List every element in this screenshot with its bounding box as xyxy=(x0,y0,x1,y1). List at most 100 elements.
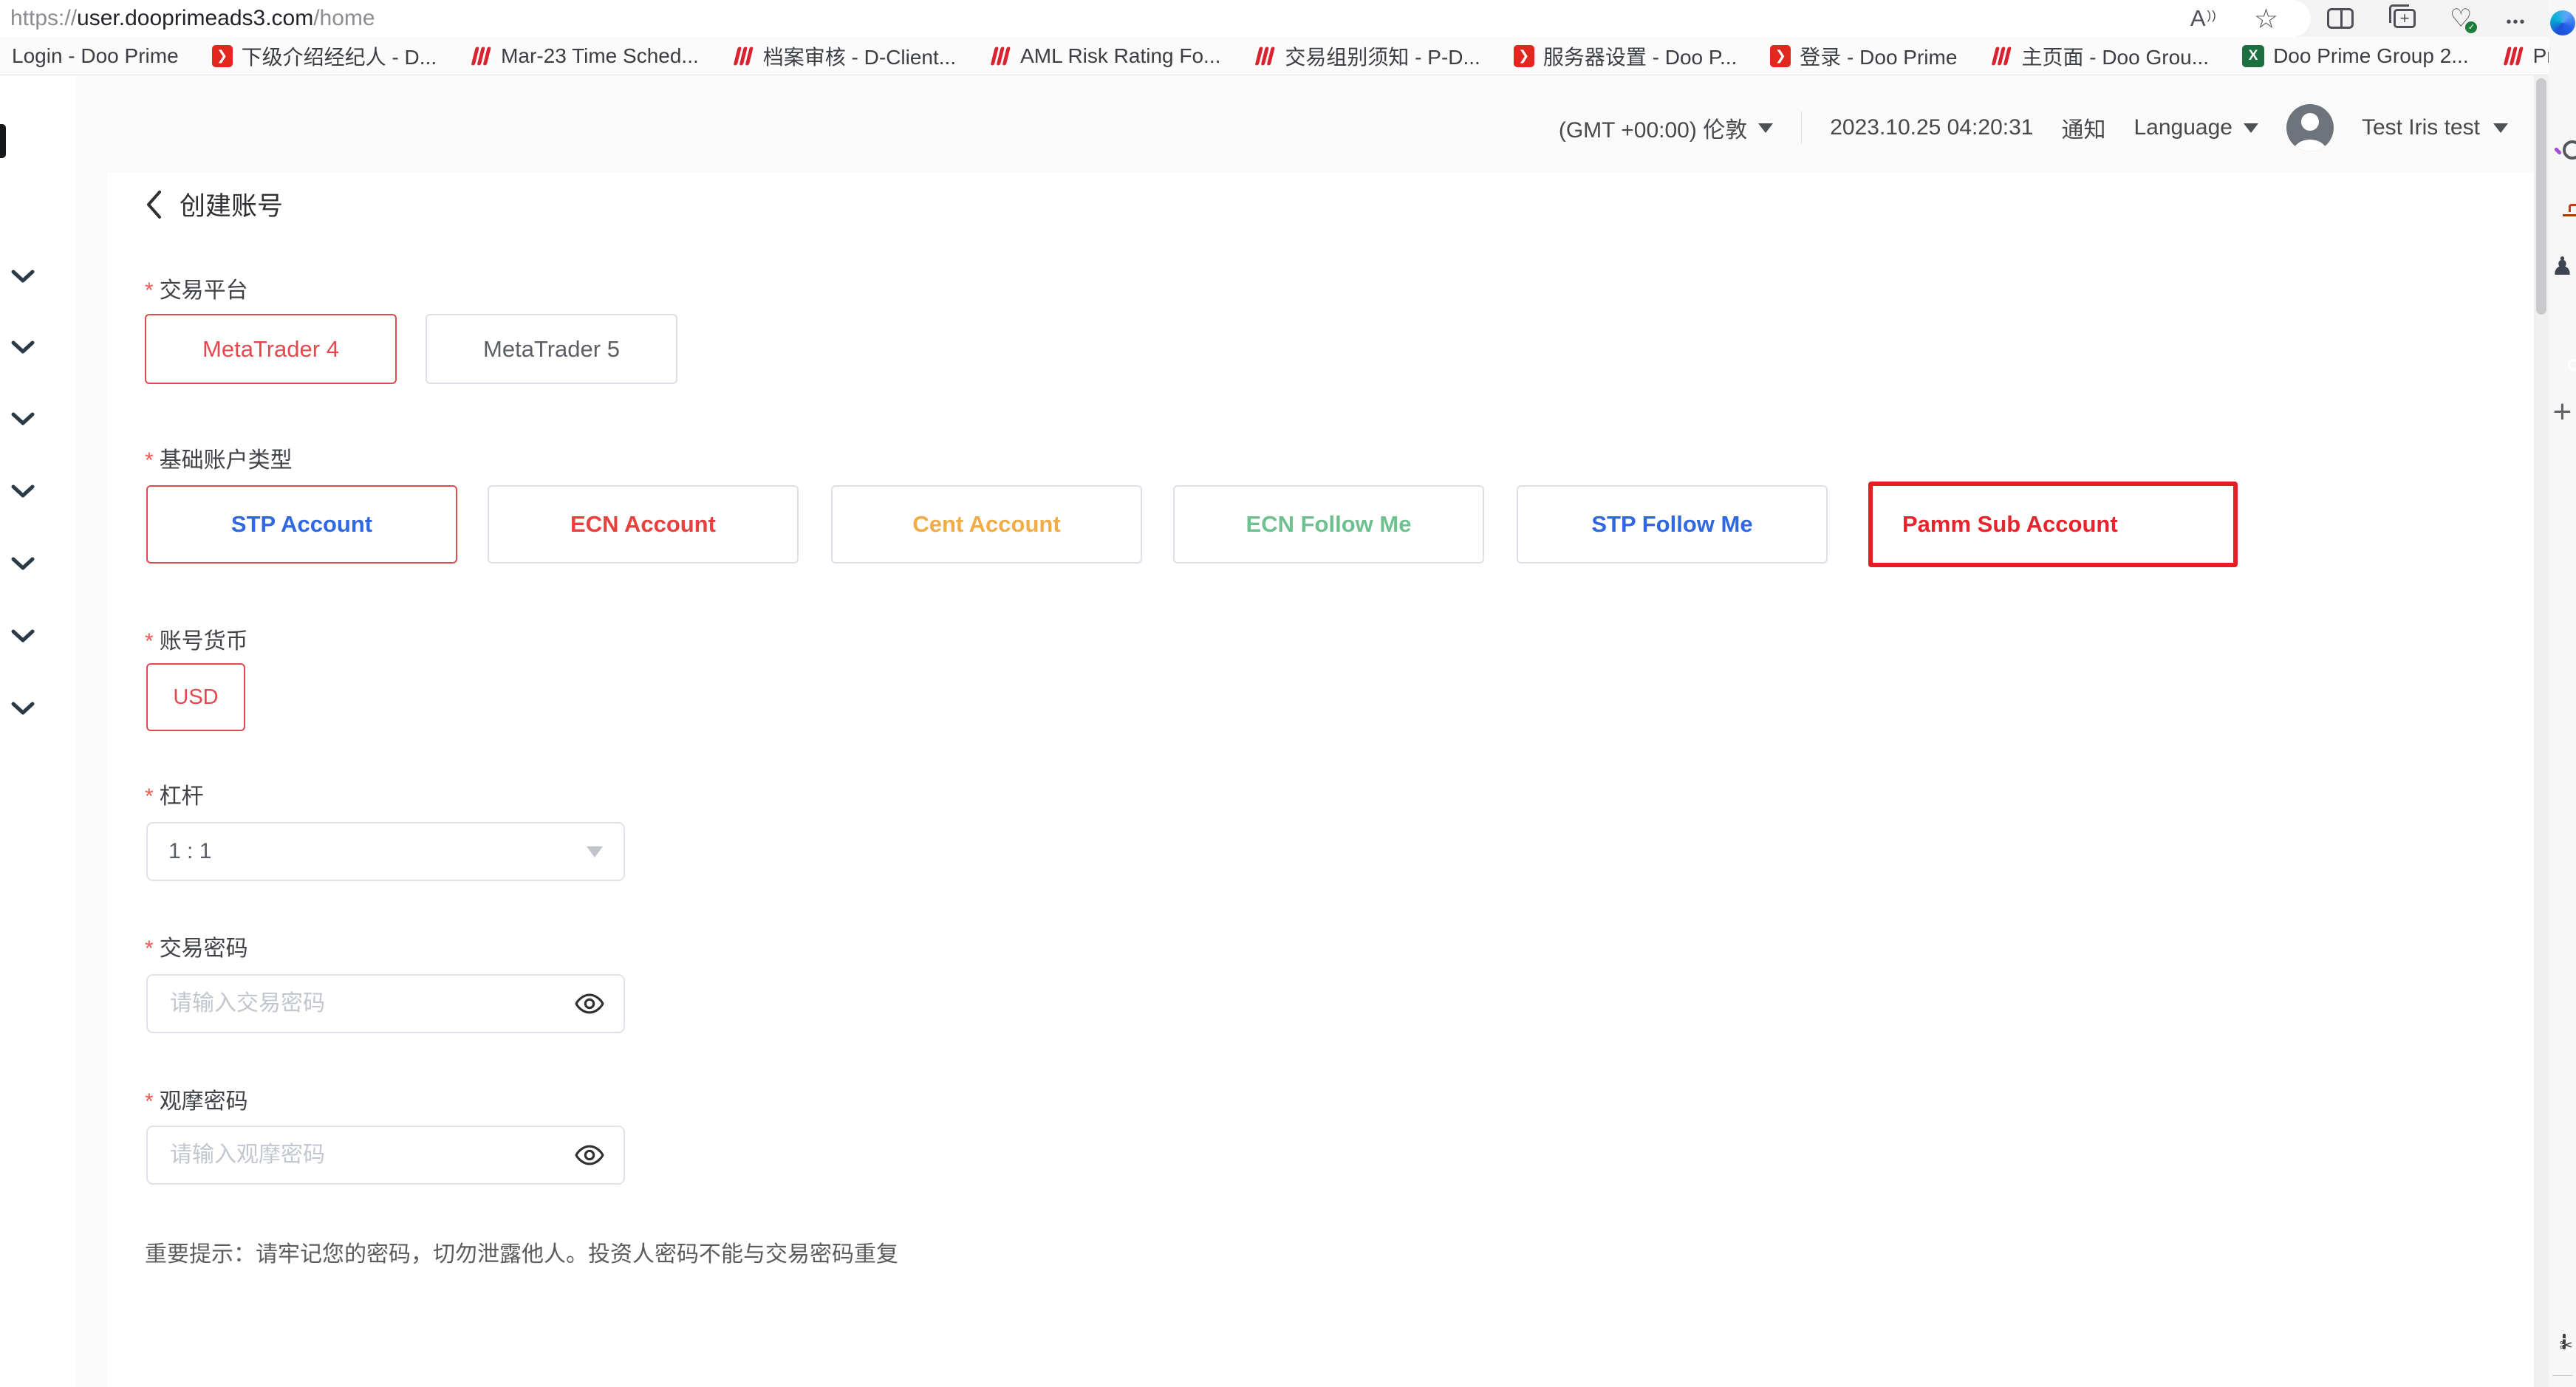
page-header: (GMT +00:00) 伦敦 2023.10.25 04:20:31 通知 L… xyxy=(1559,98,2508,157)
screenshot-snip-icon[interactable] xyxy=(2563,1334,2566,1349)
doc-favicon-icon xyxy=(212,45,233,67)
platform-option-mt5[interactable]: MetaTrader 5 xyxy=(426,314,677,384)
chevron-left-icon xyxy=(144,188,163,221)
lark-favicon-icon xyxy=(1254,45,1276,67)
bookmark-label: 登录 - Doo Prime xyxy=(1800,41,1957,71)
games-pawn-icon[interactable] xyxy=(2551,254,2573,279)
sidebar-collapse-chevron-icon[interactable] xyxy=(10,629,35,645)
leverage-label: *杠杆 xyxy=(145,778,204,810)
language-dropdown[interactable]: Language xyxy=(2133,115,2258,140)
page-title-row: 创建账号 xyxy=(144,185,283,223)
watch-password-field xyxy=(146,1126,625,1185)
required-asterisk: * xyxy=(145,1089,154,1114)
sidebar-divider xyxy=(2552,1375,2572,1376)
language-label: Language xyxy=(2133,115,2232,140)
bookmark-label: 主页面 - Doo Grou... xyxy=(2021,41,2209,71)
account-type-ecn[interactable]: ECN Account xyxy=(488,485,799,564)
select-caret-icon xyxy=(587,846,603,857)
timezone-label: (GMT +00:00) 伦敦 xyxy=(1559,112,1747,144)
browser-toolbar: https://user.dooprimeads3.com/home ✓ xyxy=(0,0,2549,37)
clipped-logo-mark xyxy=(0,124,6,158)
currency-option-usd[interactable]: USD xyxy=(146,663,245,731)
watch-password-label: *观摩密码 xyxy=(145,1083,248,1115)
bookmark-item[interactable]: 登录 - Doo Prime xyxy=(1770,41,1957,71)
bookmark-item[interactable]: Mar-23 Time Sched... xyxy=(470,44,699,68)
account-type-pamm-sub[interactable]: Pamm Sub Account xyxy=(1868,482,2238,567)
username-text: Test Iris test xyxy=(2362,115,2480,140)
page-title: 创建账号 xyxy=(180,185,283,223)
account-type-ecn-follow-me[interactable]: ECN Follow Me xyxy=(1173,485,1484,564)
bookmark-label: 服务器设置 - Doo P... xyxy=(1543,41,1737,71)
required-asterisk: * xyxy=(145,629,154,654)
eye-toggle-icon[interactable] xyxy=(573,987,606,1020)
add-sidebar-item-icon[interactable] xyxy=(2553,401,2572,424)
notifications-link[interactable]: 通知 xyxy=(2061,112,2105,144)
bookmark-item[interactable]: Doo Prime Group 2... xyxy=(2242,44,2469,68)
url-host: user.dooprimeads3.com xyxy=(77,6,313,31)
collapsed-left-sidebar xyxy=(0,75,76,1387)
password-notice-text: 重要提示：请牢记您的密码，切勿泄露他人。投资人密码不能与交易密码重复 xyxy=(145,1236,898,1268)
sidebar-collapse-chevron-icon[interactable] xyxy=(10,484,35,500)
settings-more-icon[interactable] xyxy=(2506,13,2526,25)
trade-password-input[interactable] xyxy=(168,990,573,1017)
account-type-stp-follow-me[interactable]: STP Follow Me xyxy=(1517,485,1828,564)
bookmark-item[interactable]: 下级介绍经纪人 - D... xyxy=(212,41,437,71)
bookmark-item[interactable]: 主页面 - Doo Grou... xyxy=(1990,41,2209,71)
bookmark-label: Login - Doo Prime xyxy=(12,44,179,68)
lark-favicon-icon xyxy=(1990,45,2012,67)
bookmark-item[interactable]: 档案审核 - D-Client... xyxy=(732,41,956,71)
bookmark-item[interactable]: Login - Doo Prime xyxy=(12,44,179,68)
datetime-text: 2023.10.25 04:20:31 xyxy=(1830,115,2033,140)
excel-favicon-icon xyxy=(2242,45,2264,67)
platform-option-mt4[interactable]: MetaTrader 4 xyxy=(145,314,397,384)
leverage-value: 1 : 1 xyxy=(168,839,211,864)
leverage-select[interactable]: 1 : 1 xyxy=(146,822,625,881)
url-path: /home xyxy=(313,6,375,31)
bookmark-item[interactable]: 服务器设置 - Doo P... xyxy=(1514,41,1737,71)
trade-password-field xyxy=(146,974,625,1033)
sidebar-collapse-chevron-icon[interactable] xyxy=(10,411,35,428)
currency-label: *账号货币 xyxy=(145,623,248,655)
sidebar-collapse-chevron-icon[interactable] xyxy=(10,701,35,717)
url-scheme: https:// xyxy=(10,6,77,31)
bookmark-label: 交易组别须知 - P-D... xyxy=(1285,41,1480,71)
sidebar-collapse-chevron-icon[interactable] xyxy=(10,269,35,285)
sidebar-collapse-chevron-icon[interactable] xyxy=(10,556,35,572)
split-screen-icon[interactable] xyxy=(2327,8,2354,29)
lark-favicon-icon xyxy=(989,45,1011,67)
trading-platform-label: *交易平台 xyxy=(145,272,248,304)
copilot-icon[interactable] xyxy=(2550,10,2575,35)
bookmark-item[interactable]: 交易组别须知 - P-D... xyxy=(1254,41,1480,71)
avatar[interactable] xyxy=(2286,104,2334,151)
bookmark-label: Mar-23 Time Sched... xyxy=(501,44,699,68)
chevron-down-icon xyxy=(2244,123,2258,133)
bookmark-item[interactable]: AML Risk Rating Fo... xyxy=(989,44,1220,68)
header-divider xyxy=(1801,112,1802,144)
browser-essentials-icon[interactable]: ✓ xyxy=(2450,6,2472,31)
bookmark-label: Doo Prime Group 2... xyxy=(2273,44,2469,68)
scrollbar-thumb[interactable] xyxy=(2536,78,2546,315)
account-type-stp[interactable]: STP Account xyxy=(146,485,457,564)
collections-icon[interactable] xyxy=(2394,9,2416,28)
watch-password-input[interactable] xyxy=(168,1142,573,1168)
lark-favicon-icon xyxy=(2502,45,2524,67)
back-button[interactable] xyxy=(144,188,163,221)
required-asterisk: * xyxy=(145,936,154,961)
chevron-down-icon xyxy=(1758,123,1773,133)
read-aloud-icon[interactable] xyxy=(2190,5,2215,32)
eye-toggle-icon[interactable] xyxy=(573,1139,606,1171)
user-menu[interactable]: Test Iris test xyxy=(2362,115,2508,140)
required-asterisk: * xyxy=(145,784,154,809)
bookmark-label: AML Risk Rating Fo... xyxy=(1020,44,1220,68)
sidebar-collapse-chevron-icon[interactable] xyxy=(10,340,35,356)
timezone-dropdown[interactable]: (GMT +00:00) 伦敦 xyxy=(1559,112,1773,144)
doc-favicon-icon xyxy=(1770,45,1791,67)
account-type-cent[interactable]: Cent Account xyxy=(831,485,1142,564)
lark-favicon-icon xyxy=(470,45,492,67)
favorite-star-icon[interactable] xyxy=(2254,5,2278,32)
bookmark-label: 档案审核 - D-Client... xyxy=(763,41,956,71)
page-scrollbar[interactable] xyxy=(2534,75,2549,1387)
address-bar[interactable]: https://user.dooprimeads3.com/home xyxy=(0,0,2311,37)
required-asterisk: * xyxy=(145,448,154,473)
bookmarks-bar: Login - Doo Prime 下级介绍经纪人 - D... Mar-23 … xyxy=(0,37,2549,75)
